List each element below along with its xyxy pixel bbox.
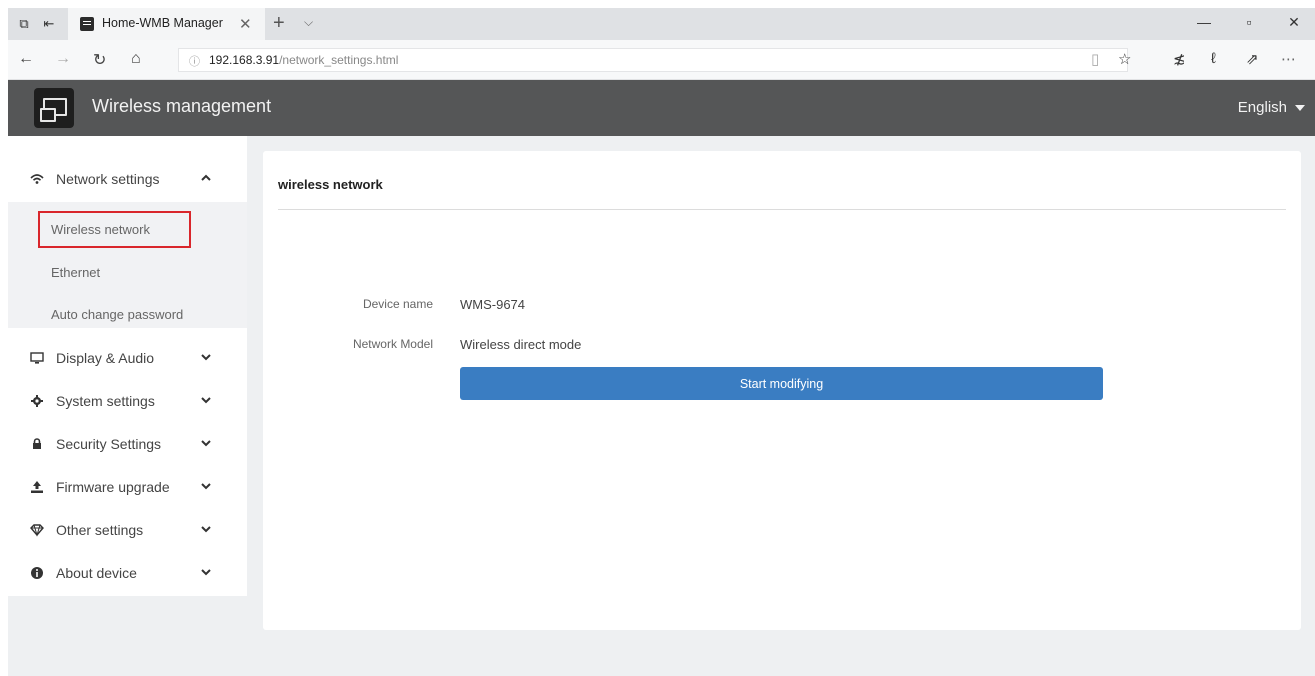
language-selector[interactable]: English xyxy=(1238,99,1305,116)
chevron-down-icon xyxy=(199,480,213,494)
sidebar-item-label: System settings xyxy=(56,393,155,409)
wifi-icon xyxy=(30,172,44,186)
sidebar-item-label: Other settings xyxy=(56,522,144,538)
monitor-icon xyxy=(30,351,44,365)
info-icon xyxy=(30,566,44,580)
tab-title: Home-WMB Manager xyxy=(102,16,223,30)
chevron-down-icon xyxy=(199,523,213,537)
sidebar-item-label: Firmware upgrade xyxy=(56,479,170,495)
minimize-icon[interactable]: — xyxy=(1189,14,1219,30)
window-close-icon[interactable]: ✕ xyxy=(1279,14,1309,31)
sidebar-item-network-settings[interactable]: Network settings xyxy=(8,160,247,200)
device-name-label: Device name xyxy=(362,297,433,311)
close-tab-icon[interactable]: ✕ xyxy=(239,15,252,33)
content-panel: wireless network Device name WMS-9674 Ne… xyxy=(263,151,1301,630)
device-name-value: WMS-9674 xyxy=(460,297,526,312)
forward-icon[interactable]: → xyxy=(55,50,71,68)
logo-icon xyxy=(34,88,74,128)
sidebar-subitem-auto-change-password[interactable]: Auto change password xyxy=(8,295,247,335)
network-model-value: Wireless direct mode xyxy=(460,337,582,352)
chevron-up-icon xyxy=(199,172,213,186)
browser-window: ⧉ ⇤ Home-WMB Manager ✕ + ⌵ — ▫ ✕ ← → ↻ ⌂… xyxy=(8,8,1315,676)
pen-icon[interactable]: ℓ xyxy=(1211,50,1216,67)
back-icon[interactable]: ← xyxy=(18,50,34,68)
divider xyxy=(278,209,1286,210)
sidebar-subitem-label: Ethernet xyxy=(51,265,101,280)
sidebar-item-display-audio[interactable]: Display & Audio xyxy=(8,339,247,379)
sidebar-item-label: Security Settings xyxy=(56,436,162,452)
sidebar-item-about-device[interactable]: About device xyxy=(8,554,247,594)
chevron-down-icon xyxy=(199,394,213,408)
upload-icon xyxy=(30,480,44,494)
favorite-star-icon[interactable]: ☆ xyxy=(1118,50,1131,68)
url-field[interactable]: ⓘ 192.168.3.91/network_settings.html xyxy=(178,48,1128,72)
lock-icon xyxy=(30,437,44,451)
maximize-icon[interactable]: ▫ xyxy=(1234,14,1264,30)
sidebar-subitem-ethernet[interactable]: Ethernet xyxy=(8,253,247,293)
address-bar-row: ← → ↻ ⌂ ⓘ 192.168.3.91/network_settings.… xyxy=(8,40,1315,80)
home-icon[interactable]: ⌂ xyxy=(131,50,141,68)
tab-bar: ⧉ ⇤ Home-WMB Manager ✕ + ⌵ — ▫ ✕ xyxy=(8,8,1315,40)
tab-list-chevron-icon[interactable]: ⌵ xyxy=(304,15,313,30)
favicon-icon xyxy=(80,17,94,31)
sidebar-item-system-settings[interactable]: System settings xyxy=(8,382,247,422)
selection-highlight xyxy=(38,211,191,248)
network-model-label: Network Model xyxy=(352,337,433,351)
language-label: English xyxy=(1237,99,1287,116)
url-text: 192.168.3.91/network_settings.html xyxy=(209,53,398,67)
favorites-list-icon[interactable]: ≴ xyxy=(1173,50,1186,68)
start-modifying-button[interactable]: Start modifying xyxy=(460,367,1103,400)
tab-actions-icon[interactable]: ⧉ xyxy=(16,16,32,32)
chevron-down-icon xyxy=(199,437,213,451)
sidebar-item-label: Display & Audio xyxy=(56,350,155,366)
diamond-icon xyxy=(30,523,44,537)
sidebar-subitem-label: Auto change password xyxy=(51,307,184,322)
more-icon[interactable]: ⋯ xyxy=(1281,50,1296,68)
caret-down-icon xyxy=(1295,105,1305,112)
browser-tab[interactable]: Home-WMB Manager ✕ xyxy=(68,8,265,40)
sidebar-item-label: About device xyxy=(56,565,137,581)
sidebar-item-security-settings[interactable]: Security Settings xyxy=(8,425,247,465)
sidebar-item-firmware-upgrade[interactable]: Firmware upgrade xyxy=(8,468,247,508)
sidebar-item-label: Network settings xyxy=(56,171,160,187)
gear-icon xyxy=(30,394,44,408)
sidebar-item-other-settings[interactable]: Other settings xyxy=(8,511,247,551)
url-host: 192.168.3.91 xyxy=(209,53,280,67)
chevron-down-icon xyxy=(199,351,213,365)
url-path: /network_settings.html xyxy=(279,53,399,67)
app-title: Wireless management xyxy=(92,96,272,116)
site-info-icon[interactable]: ⓘ xyxy=(189,53,200,69)
reading-view-icon[interactable]: ▯ xyxy=(1091,50,1099,68)
app-header: Wireless management English xyxy=(8,80,1315,136)
section-title: wireless network xyxy=(278,177,383,192)
refresh-icon[interactable]: ↻ xyxy=(93,50,106,70)
new-tab-icon[interactable]: + xyxy=(273,12,285,35)
share-icon[interactable]: ⇗ xyxy=(1246,50,1259,68)
set-tabs-aside-icon[interactable]: ⇤ xyxy=(41,16,57,32)
sidebar: Network settings Wireless network Ethern… xyxy=(8,136,247,596)
chevron-down-icon xyxy=(199,566,213,580)
